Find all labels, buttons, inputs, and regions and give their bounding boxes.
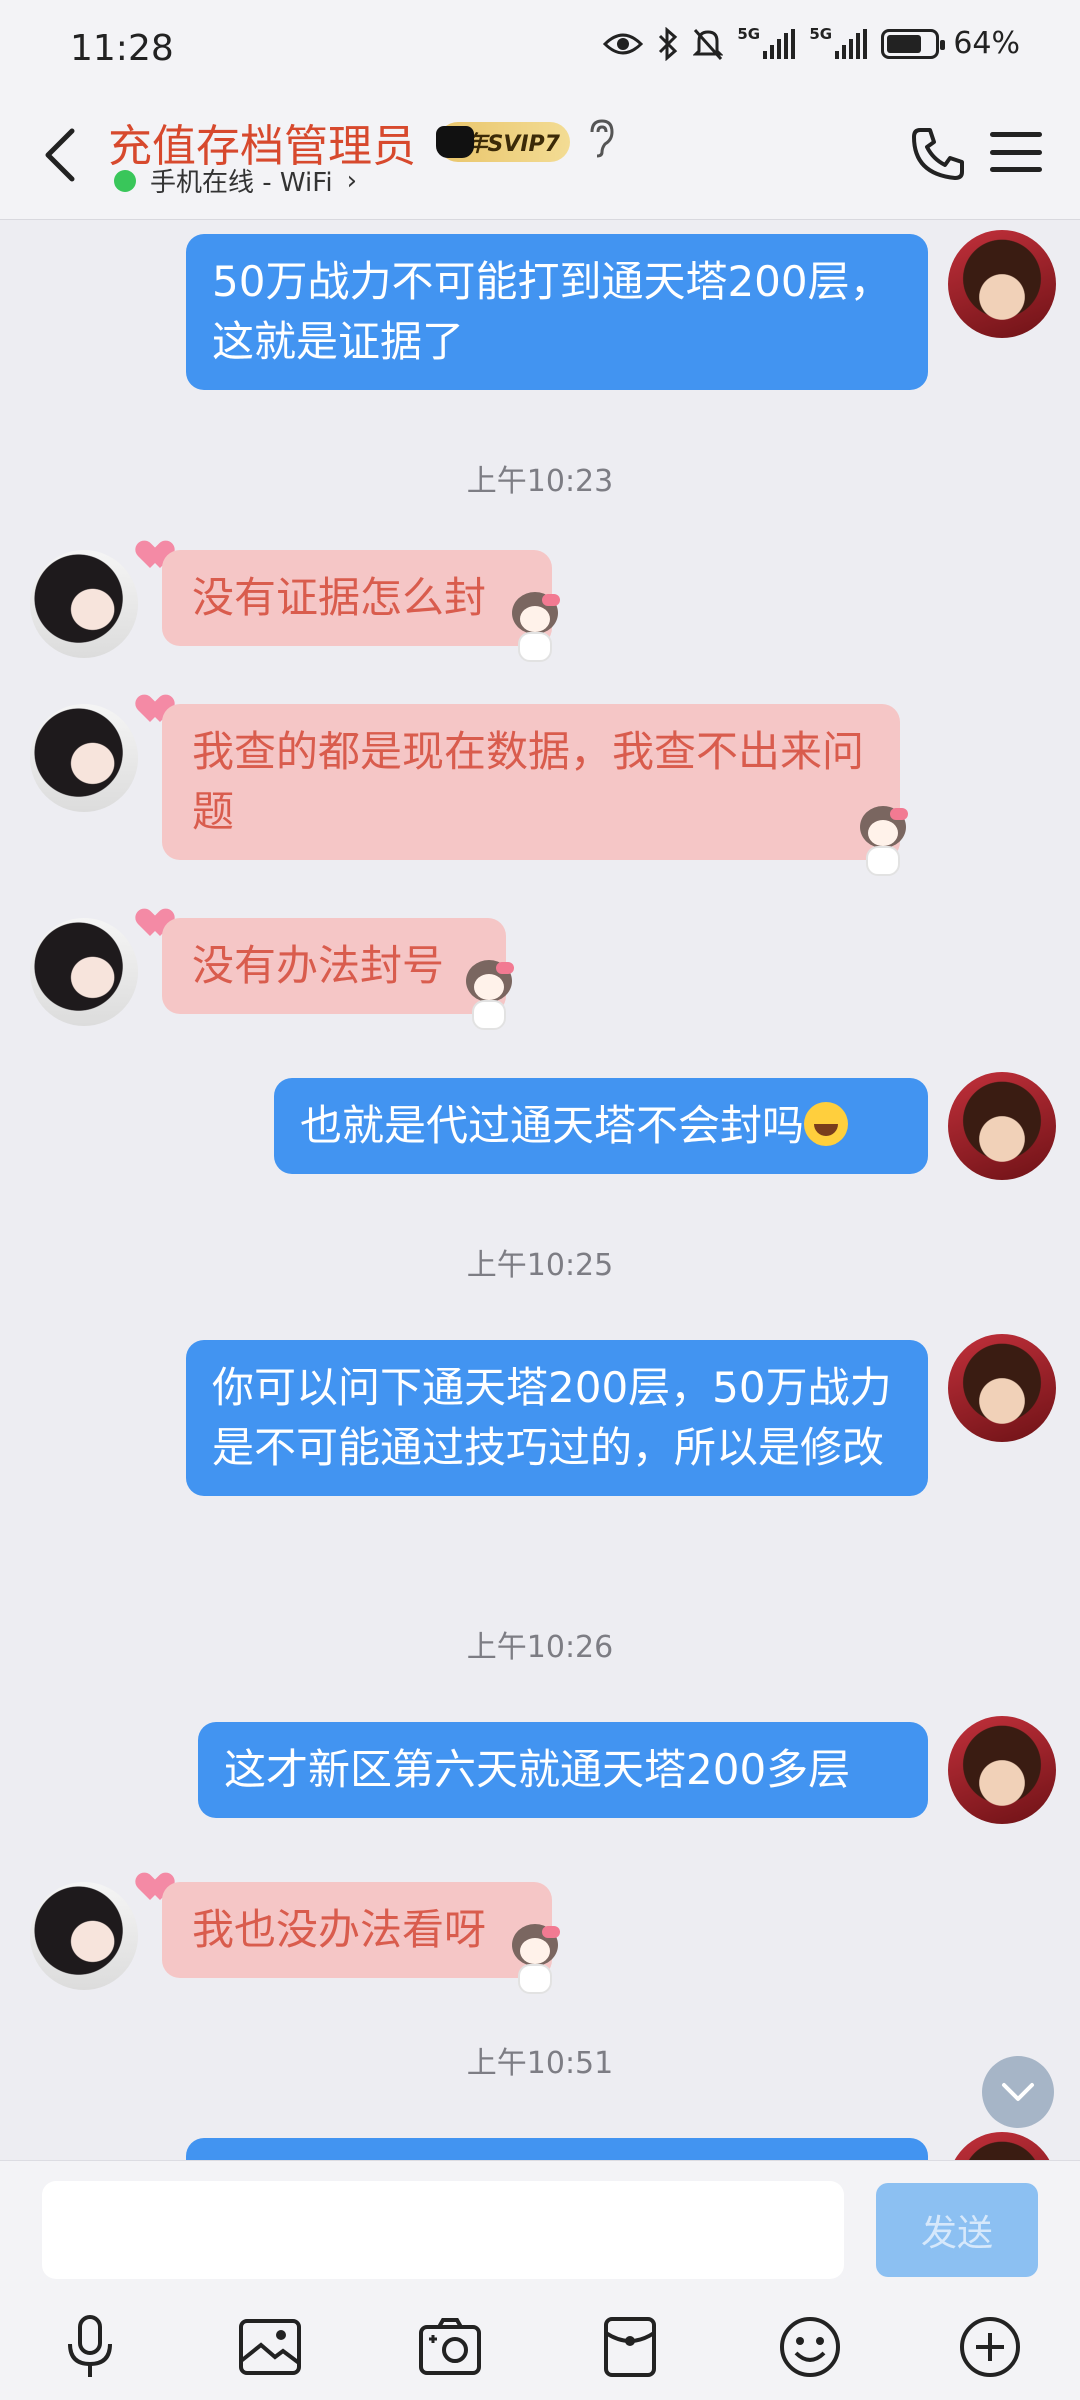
network-type-2: 5G xyxy=(809,24,833,43)
doll-decoration-icon xyxy=(504,592,566,666)
contact-message-bubble[interactable]: 没有证据怎么封 xyxy=(162,550,552,646)
my-message-bubble[interactable]: 也就是代过通天塔不会封吗 xyxy=(274,1078,928,1174)
my-message-text: 也就是代过通天塔不会封吗 xyxy=(300,1101,805,1150)
red-packet-button[interactable] xyxy=(594,2311,666,2383)
online-dot xyxy=(114,169,136,192)
battery-percent: 64% xyxy=(953,26,1020,61)
mute-bell-icon xyxy=(693,28,724,60)
signal-2-icon: 5G xyxy=(809,25,868,59)
microphone-icon xyxy=(68,2315,112,2377)
message-timestamp: 上午10:26 xyxy=(466,1630,614,1665)
doll-decoration-icon xyxy=(458,960,520,1034)
input-toolbar xyxy=(0,2311,1080,2391)
my-avatar[interactable] xyxy=(948,2132,1056,2160)
my-avatar[interactable] xyxy=(948,1334,1056,1442)
ear-icon[interactable] xyxy=(586,118,616,158)
svip-badge-label: 年SVIP7 xyxy=(465,132,561,157)
network-type-1: 5G xyxy=(737,24,761,43)
battery-icon xyxy=(881,28,946,59)
my-avatar[interactable] xyxy=(948,1716,1056,1824)
svip-badge[interactable]: 年SVIP7 xyxy=(436,122,570,162)
online-status-text: 手机在线 - WiFi xyxy=(150,168,333,198)
phone-call-icon[interactable] xyxy=(906,122,970,186)
contact-avatar[interactable] xyxy=(30,550,138,658)
back-button[interactable] xyxy=(30,120,90,190)
laughing-tears-emoji-icon xyxy=(804,1102,849,1146)
message-timestamp: 上午10:51 xyxy=(466,2046,614,2081)
red-packet-icon xyxy=(604,2317,656,2377)
message-timestamp: 上午10:25 xyxy=(466,1248,614,1283)
my-message-bubble[interactable]: 你可以问下通天塔200层，50万战力是不可能通过技巧过的，所以是修改 xyxy=(186,1340,928,1496)
online-status[interactable]: 手机在线 - WiFi › xyxy=(114,162,357,199)
scroll-to-bottom-button[interactable] xyxy=(982,2056,1054,2128)
my-message-bubble[interactable]: 50万战力不可能打到通天塔200层，这就是证据了 xyxy=(186,234,928,390)
doll-decoration-icon xyxy=(504,1924,566,1998)
message-input[interactable] xyxy=(42,2181,844,2279)
contact-avatar[interactable] xyxy=(30,918,138,1026)
chevron-left-icon xyxy=(45,128,75,182)
message-list[interactable]: 50万战力不可能打到通天塔200层，这就是证据了 上午10:23 没有证据怎么封… xyxy=(0,220,1080,2160)
status-icons: 5G 5G 64% xyxy=(603,25,1020,61)
chat-header: 充值存档管理员 年SVIP7 手机在线 - WiFi › xyxy=(0,100,1080,220)
chevron-down-icon xyxy=(1002,2083,1034,2101)
my-avatar[interactable] xyxy=(948,230,1056,338)
chevron-right-icon: › xyxy=(346,165,357,196)
camera-button[interactable] xyxy=(414,2311,486,2383)
status-bar: 11:28 5G 5G 64% xyxy=(0,0,1080,100)
photo-button[interactable] xyxy=(234,2311,306,2383)
more-button[interactable] xyxy=(954,2311,1026,2383)
contact-avatar[interactable] xyxy=(30,1882,138,1990)
menu-button[interactable] xyxy=(990,126,1042,178)
plus-icon xyxy=(960,2317,1020,2377)
my-message-bubble-partial[interactable] xyxy=(186,2138,928,2160)
doll-decoration-icon xyxy=(852,806,914,880)
bluetooth-icon xyxy=(659,26,678,61)
eye-icon xyxy=(603,33,644,54)
input-area: 发送 xyxy=(0,2160,1080,2400)
my-avatar[interactable] xyxy=(948,1072,1056,1180)
contact-message-bubble[interactable]: 没有办法封号 xyxy=(162,918,506,1014)
message-timestamp: 上午10:23 xyxy=(466,464,614,499)
emoji-button[interactable] xyxy=(774,2311,846,2383)
emoji-icon xyxy=(780,2317,840,2377)
contact-message-bubble[interactable]: 我也没办法看呀 xyxy=(162,1882,552,1978)
my-message-bubble[interactable]: 这才新区第六天就通天塔200多层 xyxy=(198,1722,928,1818)
status-time: 11:28 xyxy=(70,28,174,69)
contact-avatar[interactable] xyxy=(30,704,138,812)
camera-icon xyxy=(419,2318,481,2375)
signal-1-icon: 5G xyxy=(737,25,796,59)
voice-button[interactable] xyxy=(54,2311,126,2383)
image-icon xyxy=(239,2319,301,2375)
send-button[interactable]: 发送 xyxy=(876,2183,1038,2277)
contact-message-bubble[interactable]: 我查的都是现在数据，我查不出来问题 xyxy=(162,704,900,860)
crown-icon xyxy=(436,126,474,158)
